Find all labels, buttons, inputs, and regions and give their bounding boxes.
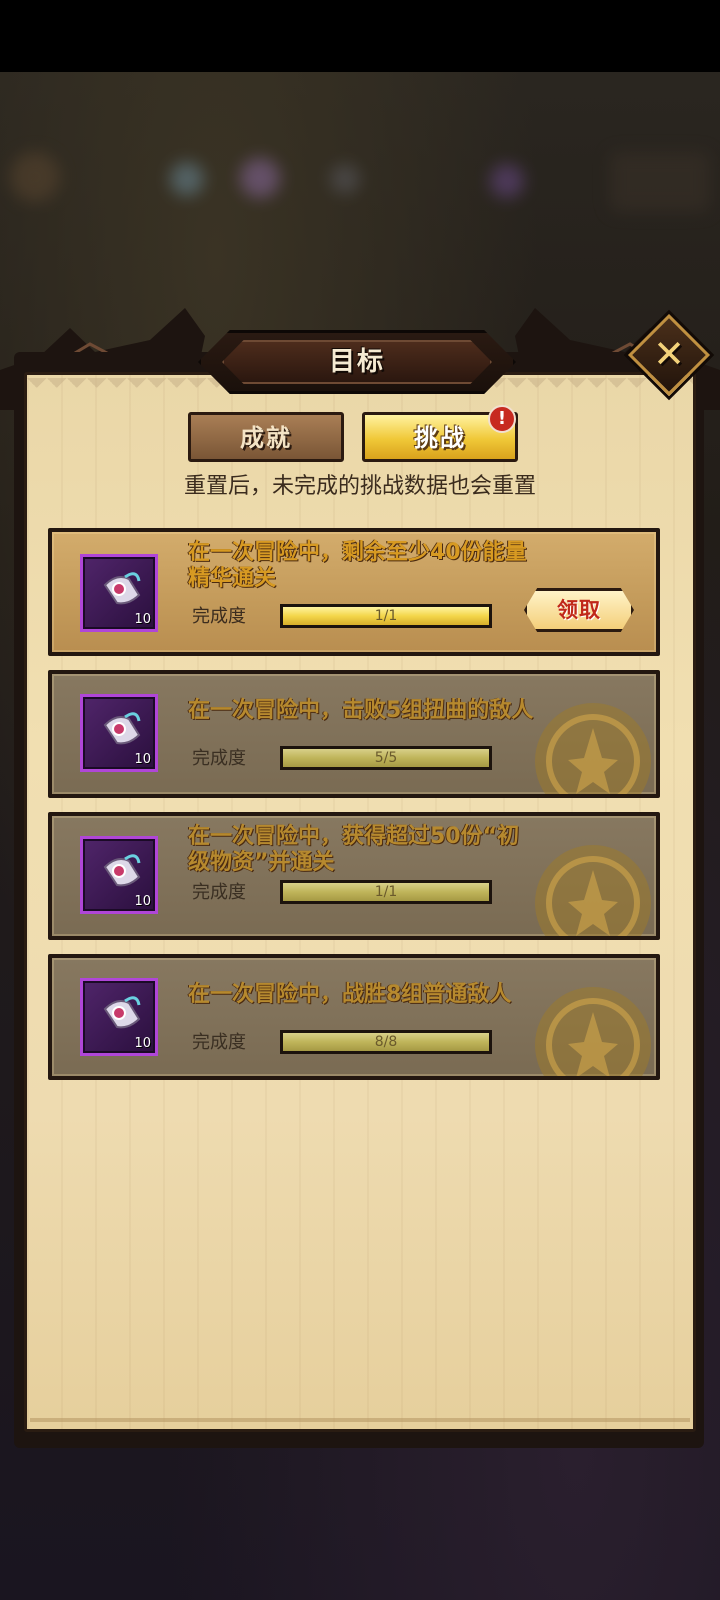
scroll-item-icon [103,854,141,887]
progress-bar: 8/8 [280,1030,492,1054]
reward-item[interactable]: 10 [80,694,158,772]
challenge-title-line: 在一次冒险中，剩余至少40份能量 [188,540,527,565]
progress-label: 完成度 [192,606,246,627]
challenge-title: 在一次冒险中，战胜8组普通敌人 [188,982,628,1008]
challenge-row: 10 在一次冒险中，战胜8组普通敌人 完成度 8/8 [48,954,660,1080]
alert-badge-icon: ! [488,405,516,433]
progress-text: 8/8 [374,1034,398,1050]
challenge-title-line: 在一次冒险中，战胜8组普通敌人 [188,982,512,1007]
background-blob [610,152,710,212]
background-blob [170,162,204,196]
item-count: 10 [134,894,151,909]
progress-text: 1/1 [374,608,398,624]
reward-item[interactable]: 10 [80,836,158,914]
panel-bottom-rule [30,1418,690,1422]
progress-bar: 1/1 [280,880,492,904]
reward-item[interactable]: 10 [80,554,158,632]
reset-notice: 重置后，未完成的挑战数据也会重置 [183,474,536,499]
challenge-row: 10 在一次冒险中，击败5组扭曲的敌人 完成度 5/5 [48,670,660,798]
challenge-title: 在一次冒险中，获得超过50份“初 级物资”并通关 [188,824,628,876]
progress-bar: 5/5 [280,746,492,770]
challenge-row: 10 在一次冒险中，获得超过50份“初 级物资”并通关 完成度 1/1 [48,812,660,940]
progress-text: 5/5 [374,750,398,766]
challenge-title-line: 在一次冒险中，击败5组扭曲的敌人 [188,698,534,723]
claim-button[interactable]: 领取 [524,588,634,632]
progress-label: 完成度 [192,748,246,769]
challenge-title-line: 在一次冒险中，获得超过50份“初 [188,824,520,849]
challenge-row: 10 在一次冒险中，剩余至少40份能量 精华通关 完成度 1/1 领取 [48,528,660,656]
progress-bar: 1/1 [280,604,492,628]
progress-label: 完成度 [192,1032,246,1053]
item-count: 10 [134,612,151,627]
item-count: 10 [134,1036,151,1051]
background-blob [10,152,60,202]
close-icon[interactable]: ✕ [640,326,698,384]
scroll-item-icon [103,996,141,1029]
dialog-title: 目标 [328,347,385,377]
challenge-title: 在一次冒险中，击败5组扭曲的敌人 [188,698,628,724]
progress-label: 完成度 [192,882,246,903]
background-blob [330,164,360,194]
challenge-title-line: 级物资”并通关 [188,850,335,875]
background-blob [240,158,280,198]
status-bar [0,0,720,72]
scroll-item-icon [103,572,141,605]
reward-item[interactable]: 10 [80,978,158,1056]
background-blob [490,164,524,198]
progress-text: 1/1 [374,884,398,900]
scroll-item-icon [103,712,141,745]
tab-achievements[interactable]: 成就 [188,412,344,462]
challenge-title: 在一次冒险中，剩余至少40份能量 精华通关 [188,540,628,592]
item-count: 10 [134,752,151,767]
